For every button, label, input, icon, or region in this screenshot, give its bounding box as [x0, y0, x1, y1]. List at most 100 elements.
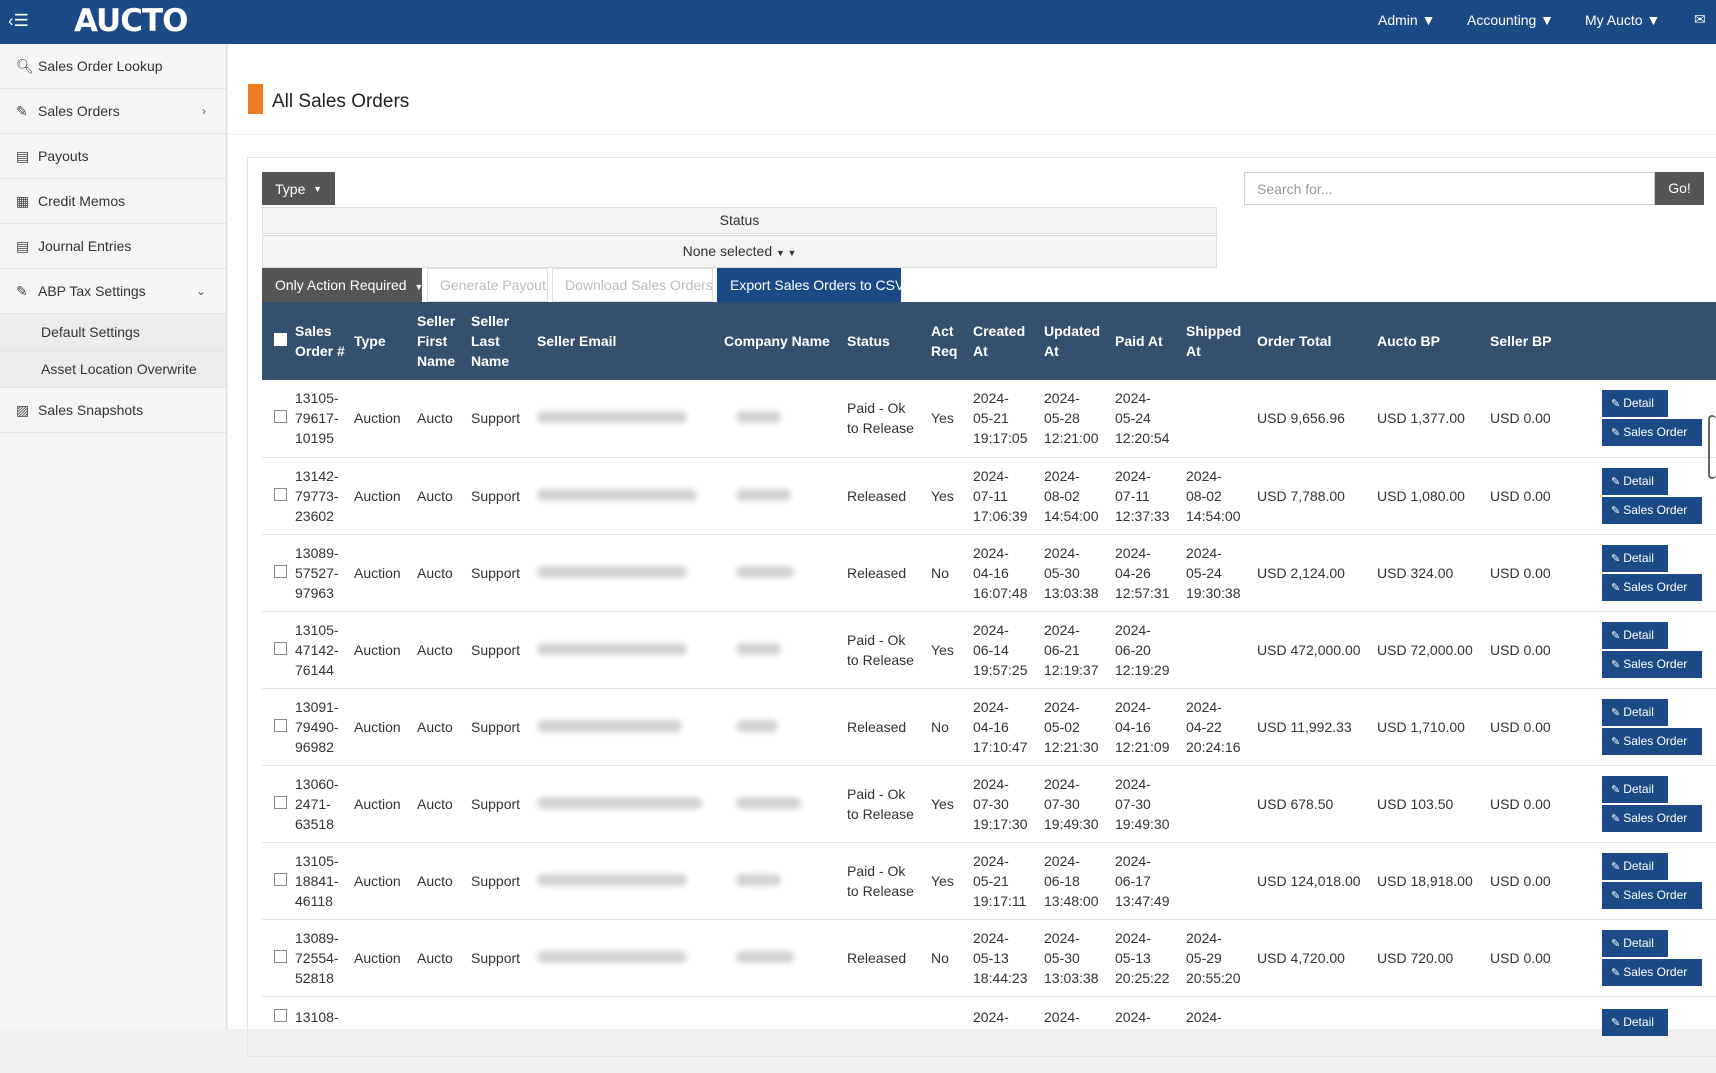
sidebar-item-journal-entries[interactable]: ▤ Journal Entries: [0, 224, 226, 269]
my-aucto-menu[interactable]: My Aucto ▼: [1585, 12, 1660, 28]
cell-line: 2024-: [1115, 467, 1151, 484]
sidebar-subitem-default-settings[interactable]: Default Settings: [0, 314, 226, 351]
column-header-order-total[interactable]: Order Total: [1253, 302, 1373, 380]
table-row[interactable]: 13091- 79490- 96982 Auction Aucto Support Rele…: [262, 688, 1716, 766]
sidebar-item-abp-tax-settings[interactable]: ✎ ABP Tax Settings ⌄: [0, 269, 226, 314]
cell-line: 05-21: [973, 410, 1009, 427]
row-checkbox[interactable]: [274, 795, 287, 809]
column-header-act-req[interactable]: Act Req: [927, 302, 969, 380]
column-header-seller-bp[interactable]: Seller BP: [1486, 302, 1598, 380]
sales-order-button[interactable]: ✎ Sales Order: [1602, 650, 1702, 678]
sales-order-button[interactable]: ✎ Sales Order: [1602, 496, 1702, 524]
sales-order-button[interactable]: ✎ Sales Order: [1602, 573, 1702, 601]
detail-button[interactable]: ✎ Detail: [1602, 621, 1668, 649]
column-header-sales-order-[interactable]: Sales Order #: [291, 302, 350, 380]
sidebar-item-sales-order-lookup[interactable]: 🔍︎ Sales Order Lookup: [0, 44, 226, 89]
column-header-shipped-at[interactable]: Shipped At: [1182, 302, 1253, 380]
pencil-icon: ✎: [1611, 966, 1621, 979]
sidebar-item-sales-snapshots[interactable]: ▨ Sales Snapshots: [0, 388, 226, 433]
detail-button[interactable]: ✎ Detail: [1602, 698, 1668, 726]
row-checkbox[interactable]: [274, 949, 287, 963]
column-header-seller-last-name[interactable]: Seller Last Name: [467, 302, 533, 380]
envelope-icon[interactable]: ✉: [1694, 11, 1706, 28]
row-checkbox[interactable]: [274, 564, 287, 578]
download-sales-orders-button[interactable]: Download Sales Orders: [552, 268, 713, 302]
created-at-cell: 2024- 05-21 19:17:05: [969, 380, 1040, 458]
detail-button[interactable]: ✎ Detail: [1602, 467, 1668, 495]
aucto-bp-cell: USD 1,377.00: [1373, 380, 1486, 458]
redacted-text: [736, 642, 781, 655]
row-checkbox[interactable]: [274, 1008, 287, 1022]
column-header-aucto-bp[interactable]: Aucto BP: [1373, 302, 1486, 380]
table-row[interactable]: 13142- 79773- 23602 Auction Aucto Support Rele…: [262, 457, 1716, 535]
cell-line: 10195: [295, 430, 334, 447]
detail-button[interactable]: ✎ Detail: [1602, 929, 1668, 957]
detail-button[interactable]: ✎ Detail: [1602, 544, 1668, 572]
cell-line: 13:03:38: [1044, 584, 1099, 601]
column-header-created-at[interactable]: Created At: [969, 302, 1040, 380]
column-header-company-name[interactable]: Company Name: [720, 302, 843, 380]
row-actions-cell: ✎ Detail ✎ Sales Order: [1598, 842, 1716, 920]
type-filter-button[interactable]: Type ▼: [262, 172, 335, 205]
detail-button[interactable]: ✎ Detail: [1602, 852, 1668, 880]
table-row[interactable]: 13089- 57527- 97963 Auction Aucto Support Rele…: [262, 534, 1716, 612]
sales-order-number: 13142- 79773- 23602: [291, 457, 350, 535]
detail-button[interactable]: ✎ Detail: [1602, 390, 1668, 418]
generate-payout-button[interactable]: Generate Payout: [427, 268, 548, 302]
cell-line: 2024-: [1115, 775, 1151, 792]
row-checkbox[interactable]: [274, 410, 287, 424]
table-row[interactable]: 13105- 18841- 46118 Auction Aucto Support Paid…: [262, 842, 1716, 920]
shipped-at-cell: [1182, 842, 1253, 920]
sales-order-button[interactable]: ✎ Sales Order: [1602, 727, 1702, 755]
cell-line: 79617-: [295, 410, 339, 427]
table-row[interactable]: 13105- 47142- 76144 Auction Aucto Support Paid…: [262, 611, 1716, 689]
column-header-paid-at[interactable]: Paid At: [1111, 302, 1182, 380]
created-at-cell: 2024-: [973, 1008, 1009, 1025]
go-button[interactable]: Go!: [1655, 172, 1704, 205]
seller-bp-cell: USD 0.00: [1486, 457, 1598, 535]
export-csv-button[interactable]: Export Sales Orders to CSV: [717, 268, 904, 302]
table-row[interactable]: 13060- 2471- 63518 Auction Aucto Support Paid …: [262, 765, 1716, 843]
cell-line: 13089-: [295, 544, 339, 561]
scrollbar-handle[interactable]: [1708, 415, 1716, 479]
detail-button[interactable]: ✎ Detail: [1602, 775, 1668, 803]
cell-line: 2024-: [1044, 929, 1080, 946]
cell-line: 13105-: [295, 621, 339, 638]
detail-button[interactable]: ✎ Detail: [1602, 1008, 1668, 1036]
accounting-menu[interactable]: Accounting ▼: [1467, 12, 1554, 28]
paid-at-cell: 2024- 07-11 12:37:33: [1111, 457, 1182, 535]
sidebar-item-sales-orders[interactable]: ✎ Sales Orders ›: [0, 89, 226, 134]
action-required-cell: No: [927, 919, 969, 997]
sidebar-item-credit-memos[interactable]: ▦ Credit Memos: [0, 179, 226, 224]
column-header-seller-email[interactable]: Seller Email: [533, 302, 720, 380]
sales-order-button[interactable]: ✎ Sales Order: [1602, 881, 1702, 909]
row-checkbox[interactable]: [274, 718, 287, 732]
column-header-seller-first-name[interactable]: Seller First Name: [413, 302, 467, 380]
sales-order-button[interactable]: ✎ Sales Order: [1602, 958, 1702, 986]
sidebar-item-payouts[interactable]: ▤ Payouts: [0, 134, 226, 179]
sales-order-button[interactable]: ✎ Sales Order: [1602, 419, 1702, 447]
table-row-partial[interactable]: 13108- 2024- 2024- 2024- 2024- ✎ Detail: [262, 996, 1716, 1056]
row-checkbox[interactable]: [274, 487, 287, 501]
status-cell: Released: [843, 688, 927, 766]
admin-menu[interactable]: Admin ▼: [1378, 12, 1435, 28]
column-header-type[interactable]: Type: [350, 302, 413, 380]
row-checkbox[interactable]: [274, 872, 287, 886]
aucto-logo[interactable]: AUCTO: [74, 3, 188, 39]
row-select-cell: [262, 457, 291, 535]
cell-line: 20:55:20: [1186, 969, 1241, 986]
sidebar-item-label: Payouts: [38, 148, 89, 164]
status-filter-select[interactable]: None selected ▼ ▼: [262, 235, 1217, 268]
column-header-updated-at[interactable]: Updated At: [1040, 302, 1111, 380]
search-input[interactable]: [1244, 172, 1655, 205]
select-all-checkbox[interactable]: [274, 333, 287, 346]
row-checkbox[interactable]: [274, 641, 287, 655]
sales-order-button[interactable]: ✎ Sales Order: [1602, 804, 1702, 832]
sidebar-toggle-icon[interactable]: ‹☰: [8, 11, 29, 31]
table-row[interactable]: 13105- 79617- 10195 Auction Aucto Support Paid…: [262, 380, 1716, 458]
only-action-required-button[interactable]: Only Action Required ▼: [262, 268, 423, 302]
table-row[interactable]: 13089- 72554- 52818 Auction Aucto Support Rele…: [262, 919, 1716, 997]
column-header-status[interactable]: Status: [843, 302, 927, 380]
sidebar-subitem-asset-location-overwrite[interactable]: Asset Location Overwrite: [0, 351, 226, 388]
row-select-cell: [262, 611, 291, 689]
